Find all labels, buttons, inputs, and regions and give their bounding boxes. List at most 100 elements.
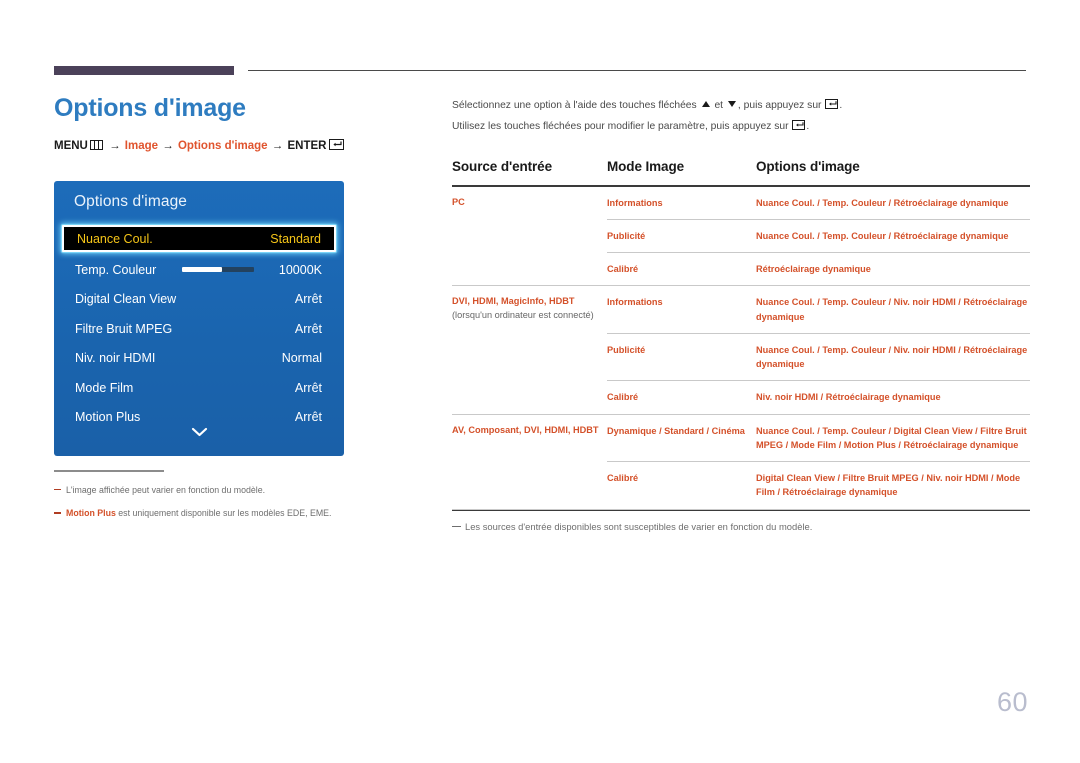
breadcrumb-menu-label: MENU xyxy=(54,139,88,152)
table-footnote-text: Les sources d'entrée disponibles sont su… xyxy=(465,521,813,533)
table-source-label: DVI, HDMI, MagicInfo, HDBT xyxy=(452,296,575,307)
table-cell-mode: Publicité xyxy=(607,230,646,241)
tv-menu-item-label: Temp. Couleur xyxy=(75,262,157,277)
temp-couleur-slider[interactable] xyxy=(182,267,255,273)
table-bottom-rule xyxy=(452,509,1030,512)
table-cell-options: Niv. noir HDMI / Rétroéclairage dynamiqu… xyxy=(756,392,941,403)
page-title: Options d'image xyxy=(54,94,246,122)
table-row: Calibré Rétroéclairage dynamique xyxy=(607,252,1030,285)
intro-line-1-b: et xyxy=(714,100,724,111)
intro-line-1-c: , puis appuyez sur xyxy=(737,100,822,111)
header-rule-thick xyxy=(54,66,234,75)
slider-fill xyxy=(182,267,222,273)
table-row-group-dvi-hdmi-magicinfo-hdbt: DVI, HDMI, MagicInfo, HDBT (lorsqu'un or… xyxy=(452,286,1030,415)
note-rest: est uniquement disponible sur les modèle… xyxy=(115,507,332,518)
table-header-mode-image: Mode Image xyxy=(607,158,685,174)
table-subrows: Dynamique / Standard / Cinéma Nuance Cou… xyxy=(607,415,1030,509)
table-cell-options: Nuance Coul. / Temp. Couleur / Rétroécla… xyxy=(756,197,1009,208)
table-cell-options: Nuance Coul. / Temp. Couleur / Niv. noir… xyxy=(756,344,1028,369)
table-cell-mode: Publicité xyxy=(607,344,646,355)
arrow-down-icon xyxy=(727,101,736,107)
table-cell-mode: Calibré xyxy=(607,264,639,274)
breadcrumb-enter-label: ENTER xyxy=(287,139,327,152)
note-item: L'image affichée peut varier en fonction… xyxy=(54,484,384,497)
note-text: Motion Plus est uniquement disponible su… xyxy=(66,507,384,520)
intro-line-2-a: Utilisez les touches fléchées pour modif… xyxy=(452,120,789,132)
left-notes: L'image affichée peut varier en fonction… xyxy=(54,470,384,530)
table-cell-mode: Informations xyxy=(607,297,663,308)
table-footnote: Les sources d'entrée disponibles sont su… xyxy=(452,520,1030,534)
tv-menu-item-value: Arrêt xyxy=(294,380,322,395)
table-row-group-av-composant-dvi-hdmi-hdbt: AV, Composant, DVI, HDMI, HDBT Dynamique… xyxy=(452,415,1030,510)
table-cell-source: AV, Composant, DVI, HDMI, HDBT xyxy=(452,415,607,509)
table-row: Informations Nuance Coul. / Temp. Couleu… xyxy=(607,187,1030,219)
tv-menu-item-label: Filtre Bruit MPEG xyxy=(75,321,173,336)
breadcrumb-item-image[interactable]: Image xyxy=(125,140,158,152)
chevron-down-icon[interactable] xyxy=(54,424,344,442)
tv-menu-item-value: Arrêt xyxy=(294,292,322,307)
tv-menu-item-mode-film[interactable]: Mode Film Arrêt xyxy=(54,373,344,403)
tv-menu-item-niv-noir-hdmi[interactable]: Niv. noir HDMI Normal xyxy=(54,344,344,374)
notes-divider xyxy=(54,470,164,472)
table-cell-mode: Informations xyxy=(607,197,663,208)
table-cell-options: Digital Clean View / Filtre Bruit MPEG /… xyxy=(756,473,1021,498)
table-cell-source: PC xyxy=(452,187,607,286)
tv-menu-list: Nuance Coul. Standard Temp. Couleur 1000… xyxy=(54,223,344,432)
spec-table: Source d'entrée Mode Image Options d'ima… xyxy=(452,159,1030,534)
tv-menu-item-nuance-coul[interactable]: Nuance Coul. Standard xyxy=(62,225,336,252)
table-row: Calibré Niv. noir HDMI / Rétroéclairage … xyxy=(607,380,1030,413)
tv-menu-title: Options d'image xyxy=(74,193,188,210)
tv-menu-item-label: Digital Clean View xyxy=(75,292,177,307)
intro-line-2: Utilisez les touches fléchées pour modif… xyxy=(452,119,1030,135)
table-cell-options: Nuance Coul. / Temp. Couleur / Rétroécla… xyxy=(756,230,1009,241)
table-source-label: PC xyxy=(452,196,465,207)
note-bold-term: Motion Plus xyxy=(66,507,116,518)
arrow-up-icon xyxy=(701,101,710,107)
intro-line-1-a: Sélectionnez une option à l'aide des tou… xyxy=(452,100,697,111)
table-header-options-dimage: Options d'image xyxy=(756,158,860,174)
table-subrows: Informations Nuance Coul. / Temp. Couleu… xyxy=(607,187,1030,286)
note-dash-icon xyxy=(452,526,461,528)
table-cell-options: Nuance Coul. / Temp. Couleur / Niv. noir… xyxy=(756,297,1028,322)
table-cell-mode: Calibré xyxy=(607,392,639,403)
table-header-row: Source d'entrée Mode Image Options d'ima… xyxy=(452,159,1030,185)
breadcrumb-arrow-3: → xyxy=(271,139,284,152)
right-column: Sélectionnez une option à l'aide des tou… xyxy=(452,98,1030,534)
left-column: Options d'image MENU → Image → Options d… xyxy=(54,92,402,154)
table-subrows: Informations Nuance Coul. / Temp. Couleu… xyxy=(607,286,1030,413)
tv-menu-item-value: Arrêt xyxy=(294,321,322,336)
enter-key-icon xyxy=(329,138,345,150)
enter-key-icon xyxy=(825,99,839,109)
table-cell-mode: Calibré xyxy=(607,473,639,483)
tv-menu-item-digital-clean-view[interactable]: Digital Clean View Arrêt xyxy=(54,285,344,315)
tv-menu-item-label: Niv. noir HDMI xyxy=(75,351,156,366)
enter-key-icon xyxy=(792,119,806,130)
tv-menu-item-value: Standard xyxy=(270,231,321,246)
note-item: Motion Plus est uniquement disponible su… xyxy=(54,507,384,520)
breadcrumb-item-options-dimage[interactable]: Options d'image xyxy=(178,140,268,152)
table-row: Publicité Nuance Coul. / Temp. Couleur /… xyxy=(607,218,1030,252)
breadcrumb: MENU → Image → Options d'image → ENTER xyxy=(54,138,402,154)
breadcrumb-arrow-2: → xyxy=(162,139,174,152)
table-source-note: (lorsqu'un ordinateur est connecté) xyxy=(452,310,594,321)
table-row: Calibré Digital Clean View / Filtre Brui… xyxy=(607,461,1030,509)
tv-menu-item-filtre-bruit-mpeg[interactable]: Filtre Bruit MPEG Arrêt xyxy=(54,314,344,344)
note-text: L'image affichée peut varier en fonction… xyxy=(66,484,266,495)
table-source-label: AV, Composant, DVI, HDMI, HDBT xyxy=(452,424,599,435)
tv-menu-item-label: Motion Plus xyxy=(75,410,141,425)
menu-grid-icon xyxy=(89,139,103,150)
table-cell-source: DVI, HDMI, MagicInfo, HDBT (lorsqu'un or… xyxy=(452,286,607,413)
intro-line-2-b: . xyxy=(806,120,810,132)
tv-menu-item-value: 10000K xyxy=(278,262,322,277)
table-cell-options: Rétroéclairage dynamique xyxy=(756,264,871,274)
intro-line-1: Sélectionnez une option à l'aide des tou… xyxy=(452,98,1030,114)
table-header-source-dentree: Source d'entrée xyxy=(452,158,552,174)
note-dash-icon xyxy=(54,489,61,491)
note-dash-icon xyxy=(54,512,61,514)
intro-line-1-d: . xyxy=(839,100,843,111)
table-row: Publicité Nuance Coul. / Temp. Couleur /… xyxy=(607,332,1030,381)
header-rule-thin xyxy=(248,70,1026,71)
table-cell-mode: Dynamique / Standard / Cinéma xyxy=(607,425,745,436)
tv-menu-item-value: Normal xyxy=(281,351,322,366)
tv-menu-item-temp-couleur[interactable]: Temp. Couleur 10000K xyxy=(54,255,344,285)
